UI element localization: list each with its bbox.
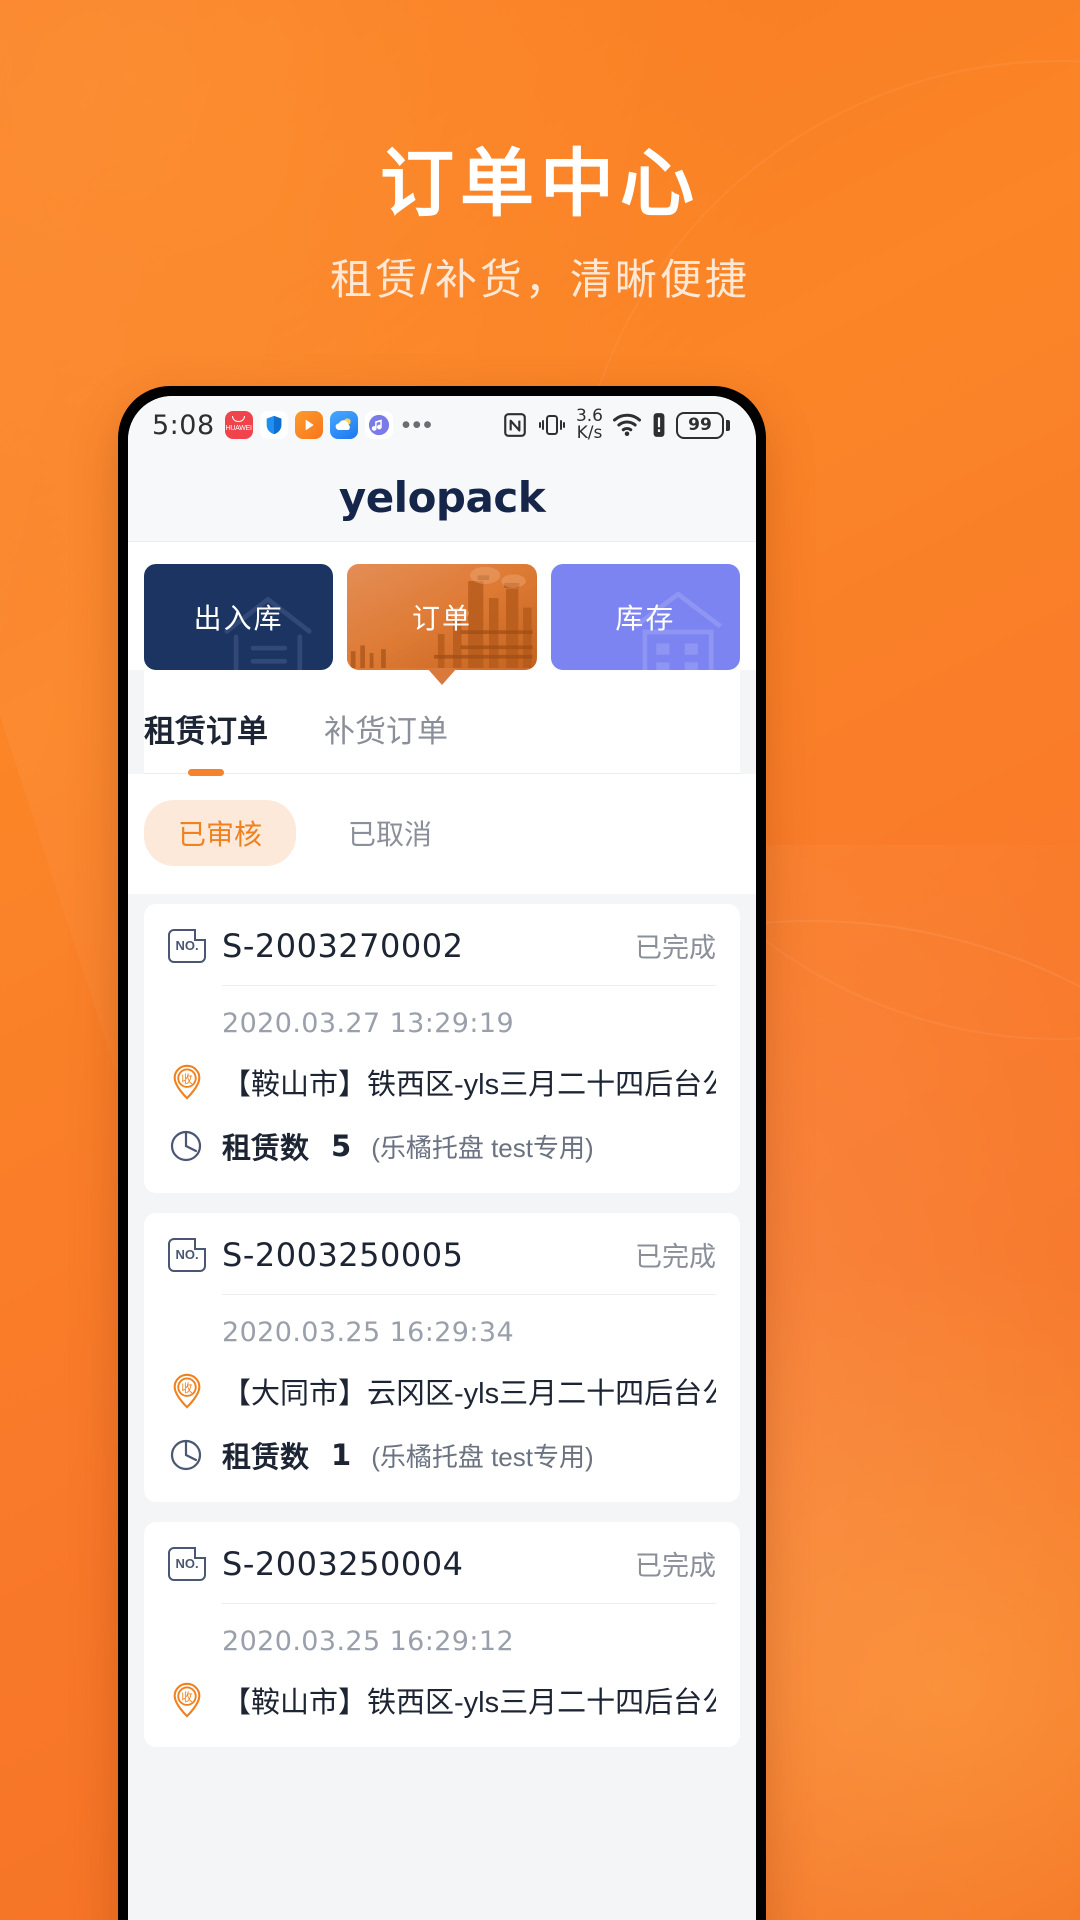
order-number-icon: NO. <box>168 1546 206 1581</box>
alert-icon <box>653 413 665 437</box>
quantity-value: 5 <box>331 1129 352 1163</box>
music-app-icon <box>364 411 393 439</box>
nav-card-inout-label: 出入库 <box>193 603 284 634</box>
quantity-spec: (乐橘托盘 test专用) <box>371 1441 594 1472</box>
nav-card-order-label: 订单 <box>411 603 472 634</box>
tab-replenish-orders[interactable]: 补货订单 <box>324 706 448 773</box>
quantity-spec: (乐橘托盘 test专用) <box>371 1132 594 1163</box>
order-card-divider <box>222 1294 716 1295</box>
shield-icon <box>259 411 288 439</box>
nav-card-order[interactable]: 订单 <box>347 564 537 670</box>
status-bar: 5:08 HUAWEI ••• 3.6 K/s 99 <box>128 396 756 454</box>
wifi-icon <box>613 413 641 436</box>
status-filter-chips: 已审核 已取消 <box>128 774 756 894</box>
battery-indicator: 99 <box>676 411 730 439</box>
status-overflow-icon: ••• <box>401 410 434 439</box>
tab-rental-orders[interactable]: 租赁订单 <box>144 706 268 773</box>
quantity-label: 租赁数 <box>222 1133 310 1165</box>
receive-pin-icon: 收 <box>173 1373 201 1409</box>
receive-pin-icon: 收 <box>173 1064 201 1100</box>
nav-cards: 出入库 订单 库存 <box>144 564 740 685</box>
network-speed-unit: K/s <box>576 423 603 443</box>
active-nav-pointer <box>427 668 457 685</box>
order-card-header: NO. S-2003250004 已完成 <box>168 1544 716 1603</box>
order-number-icon: NO. <box>168 928 206 963</box>
order-address: 【大同市】云冈区-yls三月二十四后台公司取... <box>222 1378 716 1410</box>
order-card[interactable]: NO. S-2003270002 已完成 2020.03.27 13:29:19… <box>144 904 740 1193</box>
quantity-pie-icon <box>170 1130 202 1162</box>
order-time-row: 2020.03.27 13:29:19 <box>168 1008 716 1039</box>
svg-text:收: 收 <box>181 1381 192 1395</box>
promo-title: 订单中心 <box>380 142 700 225</box>
order-list: NO. S-2003270002 已完成 2020.03.27 13:29:19… <box>128 894 756 1747</box>
order-status: 已完成 <box>635 1551 716 1581</box>
quantity-value: 1 <box>331 1438 352 1472</box>
order-number: S-2003250005 <box>222 1235 464 1274</box>
video-app-icon <box>294 411 323 439</box>
order-card[interactable]: NO. S-2003250005 已完成 2020.03.25 16:29:34… <box>144 1213 740 1502</box>
order-address-row: 收 【大同市】云冈区-yls三月二十四后台公司取... <box>168 1370 716 1412</box>
phone-mockup: 5:08 HUAWEI ••• 3.6 K/s 99 yelopack 出入库 … <box>118 386 766 1920</box>
order-card[interactable]: NO. S-2003250004 已完成 2020.03.25 16:29:12… <box>144 1522 740 1747</box>
order-time-row: 2020.03.25 16:29:12 <box>168 1626 716 1657</box>
weather-app-icon <box>329 411 358 439</box>
chip-approved[interactable]: 已审核 <box>144 800 297 866</box>
svg-text:收: 收 <box>181 1072 192 1086</box>
order-card-header: NO. S-2003270002 已完成 <box>168 926 716 985</box>
order-time: 2020.03.27 13:29:19 <box>222 1008 515 1039</box>
nav-card-stock[interactable]: 库存 <box>550 564 740 670</box>
svg-text:收: 收 <box>181 1690 192 1704</box>
status-right-cluster: 3.6 K/s 99 <box>502 408 730 441</box>
quantity-label: 租赁数 <box>222 1442 310 1474</box>
order-status: 已完成 <box>635 1242 716 1272</box>
nav-card-stock-label: 库存 <box>615 603 676 634</box>
order-address-row: 收 【鞍山市】铁西区-yls三月二十四后台公司取... <box>168 1679 716 1721</box>
order-quantity-row: 租赁数 1 (乐橘托盘 test专用) <box>168 1434 716 1476</box>
order-card-divider <box>222 985 716 986</box>
chip-cancelled[interactable]: 已取消 <box>314 800 466 866</box>
order-card-divider <box>222 1603 716 1604</box>
battery-tip <box>726 419 730 431</box>
order-status: 已完成 <box>635 933 716 963</box>
order-address: 【鞍山市】铁西区-yls三月二十四后台公司取... <box>222 1069 716 1101</box>
order-time: 2020.03.25 16:29:34 <box>222 1317 515 1348</box>
status-app-icons: HUAWEI <box>224 411 393 439</box>
nav-cards-section: 出入库 订单 库存 <box>128 542 756 685</box>
phone-screen: 5:08 HUAWEI ••• 3.6 K/s 99 yelopack 出入库 … <box>128 396 756 1920</box>
order-address-row: 收 【鞍山市】铁西区-yls三月二十四后台公司取... <box>168 1061 716 1103</box>
vibrate-icon <box>538 415 565 435</box>
order-number-icon: NO. <box>168 1237 206 1272</box>
nav-card-inout[interactable]: 出入库 <box>144 564 334 670</box>
order-type-tabs: 租赁订单 补货订单 <box>144 670 740 774</box>
nfc-icon <box>504 413 526 437</box>
order-number: S-2003270002 <box>222 926 464 965</box>
promo-subtitle: 租赁/补货，清晰便捷 <box>330 255 750 303</box>
app-header: yelopack <box>128 454 756 542</box>
network-speed: 3.6 K/s <box>576 408 603 441</box>
order-card-header: NO. S-2003250005 已完成 <box>168 1235 716 1294</box>
receive-pin-icon: 收 <box>173 1682 201 1718</box>
status-time: 5:08 <box>152 409 215 441</box>
battery-level: 99 <box>676 411 724 439</box>
promo-text-block: 订单中心 租赁/补货，清晰便捷 <box>0 0 1080 304</box>
order-address: 【鞍山市】铁西区-yls三月二十四后台公司取... <box>222 1687 716 1719</box>
order-time: 2020.03.25 16:29:12 <box>222 1626 515 1657</box>
huawei-app-icon: HUAWEI <box>224 411 253 439</box>
quantity-pie-icon <box>170 1439 202 1471</box>
brand-logo: yelopack <box>338 473 546 522</box>
order-number: S-2003250004 <box>222 1544 464 1583</box>
order-quantity-row: 租赁数 5 (乐橘托盘 test专用) <box>168 1125 716 1167</box>
order-time-row: 2020.03.25 16:29:34 <box>168 1317 716 1348</box>
